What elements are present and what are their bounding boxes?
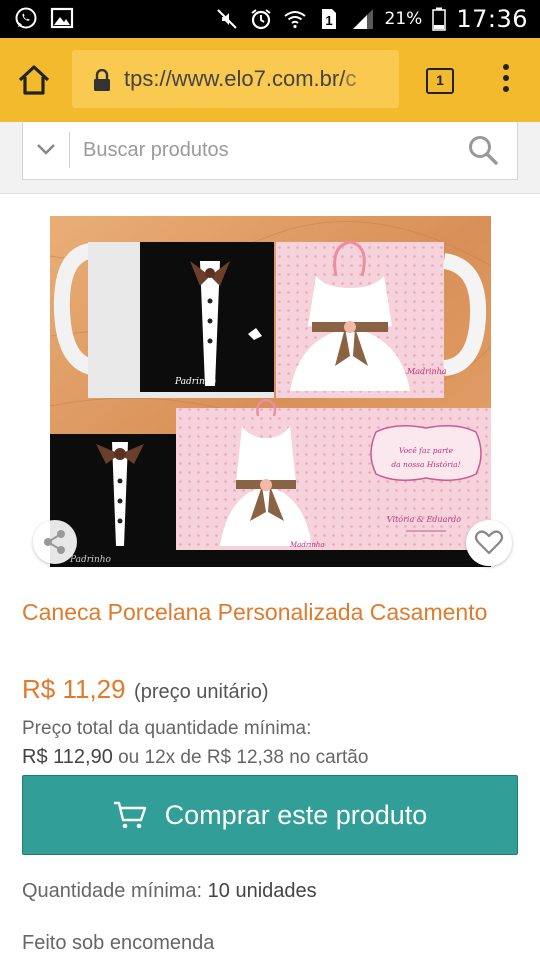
unit-price: R$ 11,29 — [22, 674, 126, 704]
share-button[interactable] — [33, 520, 77, 564]
min-quantity-label: Quantidade mínima: — [22, 880, 203, 902]
made-to-order: Feito sob encomenda — [22, 932, 215, 954]
url-text: tps://www.elo7.com.br/c — [124, 66, 357, 91]
address-bar[interactable]: tps://www.elo7.com.br/c — [72, 50, 399, 108]
home-icon[interactable] — [14, 60, 54, 100]
search-bar-area — [0, 122, 540, 194]
svg-text:Madrinha: Madrinha — [406, 367, 447, 376]
min-quantity: Quantidade mínima: 10 unidades — [22, 880, 317, 903]
product-photo: Padrinho Madrinha Padrinho Madrinha Você… — [50, 216, 491, 567]
svg-text:1: 1 — [325, 13, 332, 28]
min-total-value: R$ 112,90 — [22, 746, 113, 768]
wifi-icon — [283, 11, 306, 29]
product-image[interactable]: Padrinho Madrinha Padrinho Madrinha Você… — [50, 216, 491, 567]
status-bar: 1 21% 17:36 — [0, 0, 540, 38]
svg-text:da nossa História!: da nossa História! — [391, 460, 460, 469]
min-quantity-value: 10 unidades — [207, 880, 317, 902]
favorite-button[interactable] — [466, 520, 512, 566]
product-title: Caneca Porcelana Personalizada Casamento — [22, 599, 488, 625]
svg-text:Padrinho: Padrinho — [174, 377, 217, 387]
search-icon[interactable] — [467, 134, 499, 166]
image-icon — [50, 7, 74, 29]
heart-icon — [474, 530, 504, 555]
price-line: R$ 11,29 (preço unitário) — [22, 674, 269, 705]
alarm-icon — [250, 9, 271, 30]
clock: 17:36 — [456, 5, 528, 33]
chevron-down-icon[interactable] — [35, 138, 57, 160]
min-total-label: Preço total da quantidade mínima: — [22, 718, 312, 739]
cart-icon — [113, 801, 146, 829]
buy-button-label: Comprar este produto — [164, 799, 428, 830]
installments-text: ou 12x de R$ 12,38 no cartão — [118, 747, 369, 768]
signal-icon — [352, 9, 373, 29]
search-input[interactable] — [83, 134, 453, 166]
battery-percent: 21% — [384, 9, 423, 29]
payment-info: R$ 112,90 ou 12x de R$ 12,38 no cartão — [22, 746, 368, 769]
lock-icon — [94, 69, 110, 91]
svg-text:Madrinha: Madrinha — [289, 541, 325, 549]
sim-icon: 1 — [321, 9, 336, 29]
mute-icon — [216, 9, 237, 29]
tab-switcher-button[interactable]: 1 — [426, 68, 454, 94]
svg-text:Vitória & Eduardo: Vitória & Eduardo — [387, 515, 461, 524]
share-icon — [44, 530, 65, 554]
browser-toolbar: tps://www.elo7.com.br/c 1 — [0, 38, 540, 122]
whatsapp-icon — [15, 7, 37, 29]
battery-icon — [432, 7, 447, 31]
unit-price-label: (preço unitário) — [134, 681, 269, 703]
svg-text:Você faz parte: Você faz parte — [399, 446, 454, 455]
search-divider — [69, 132, 70, 168]
search-box — [22, 122, 518, 180]
buy-button[interactable]: Comprar este produto — [22, 775, 518, 855]
overflow-menu-icon[interactable] — [496, 64, 516, 98]
